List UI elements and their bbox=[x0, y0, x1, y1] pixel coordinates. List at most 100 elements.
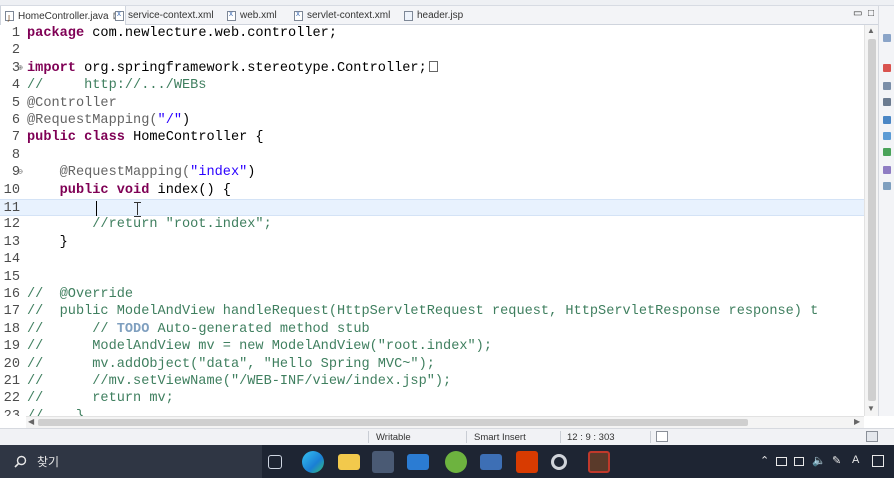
edge-browser-icon[interactable] bbox=[302, 451, 324, 473]
insert-mode-status[interactable]: Smart Insert bbox=[474, 432, 526, 443]
code-line: 3 ⊕ import org.springframework.stereotype.… bbox=[0, 60, 864, 77]
code-text: org.springframework.stereotype.Controlle… bbox=[75, 60, 427, 76]
maximize-editor-button[interactable]: □ bbox=[868, 8, 874, 19]
code-text: index() { bbox=[149, 182, 231, 198]
current-code-line[interactable]: 11 bbox=[0, 199, 864, 217]
annotation: @Controller bbox=[27, 95, 117, 111]
editor-tab-bar: J HomeController.java ⊠ service-context.… bbox=[0, 6, 894, 26]
xml-file-icon bbox=[294, 9, 303, 21]
comment: // http://.../WEBs bbox=[27, 78, 207, 94]
status-divider bbox=[650, 431, 651, 443]
collapsed-imports-icon[interactable] bbox=[428, 60, 438, 72]
status-divider bbox=[560, 431, 561, 443]
keyword: import bbox=[27, 60, 76, 76]
progress-view-icon[interactable] bbox=[883, 148, 891, 156]
tray-chevron-up-icon[interactable]: ⌃ bbox=[760, 454, 769, 467]
office-icon[interactable] bbox=[516, 451, 538, 473]
fold-collapse-icon[interactable]: ⊖ bbox=[18, 164, 23, 181]
problems-view-icon[interactable] bbox=[883, 64, 891, 72]
app-icon[interactable] bbox=[588, 451, 610, 473]
search-icon bbox=[14, 455, 27, 468]
scroll-up-icon[interactable]: ▲ bbox=[867, 26, 875, 35]
svg-text:J: J bbox=[7, 14, 10, 22]
line-number: 4 bbox=[11, 78, 20, 94]
writable-status: Writable bbox=[376, 432, 411, 443]
comment: Auto-generated method stub bbox=[149, 321, 370, 337]
comment: // // bbox=[27, 321, 117, 337]
servers-view-icon[interactable] bbox=[883, 116, 891, 124]
string: "/" bbox=[157, 113, 183, 128]
code-text: } bbox=[27, 234, 68, 250]
status-divider bbox=[466, 431, 467, 443]
status-bar: Writable Smart Insert 12 : 9 : 303 bbox=[0, 428, 894, 445]
spring-tool-suite-icon[interactable] bbox=[445, 451, 467, 473]
code-text: ) bbox=[182, 113, 191, 128]
tab-header-jsp[interactable]: header.jsp bbox=[400, 6, 467, 25]
mail-icon[interactable] bbox=[407, 454, 429, 470]
side-toolbar bbox=[878, 6, 894, 416]
file-explorer-icon[interactable] bbox=[338, 454, 360, 470]
scroll-right-icon[interactable]: ▶ bbox=[854, 417, 860, 426]
windows-taskbar: 찾기 ⌃ 🔈 ✎ A bbox=[0, 445, 894, 478]
tab-homecontroller-java[interactable]: J HomeController.java ⊠ bbox=[0, 6, 126, 26]
taskbar-search-box[interactable]: 찾기 bbox=[0, 445, 262, 478]
line-number: 11 bbox=[3, 201, 20, 216]
search-placeholder: 찾기 bbox=[37, 455, 60, 469]
line-number: 12 bbox=[3, 217, 20, 233]
scroll-left-icon[interactable]: ◀ bbox=[28, 417, 34, 426]
store-icon[interactable] bbox=[372, 451, 394, 473]
comment: // ModelAndView mv = new ModelAndView("r… bbox=[27, 339, 492, 355]
input-language-indicator[interactable]: A bbox=[852, 454, 859, 466]
code-line: 7 public class HomeController { bbox=[0, 129, 864, 146]
vertical-scroll-thumb[interactable] bbox=[868, 39, 876, 401]
scroll-down-icon[interactable]: ▼ bbox=[867, 404, 875, 413]
progress-indicator-icon[interactable] bbox=[866, 431, 878, 442]
data-source-icon[interactable] bbox=[883, 132, 891, 140]
history-view-icon[interactable] bbox=[883, 182, 891, 190]
pen-icon[interactable]: ✎ bbox=[832, 454, 841, 467]
memory-indicator-icon[interactable] bbox=[656, 431, 668, 442]
horizontal-scrollbar[interactable]: ◀ ▶ bbox=[26, 416, 864, 428]
code-line: 18 // // TODO Auto-generated method stub bbox=[0, 321, 864, 338]
tab-servlet-context-xml[interactable]: servlet-context.xml bbox=[290, 6, 394, 25]
horizontal-scroll-thumb[interactable] bbox=[38, 419, 748, 426]
code-line: 4 // http://.../WEBs bbox=[0, 77, 864, 94]
tab-service-context-xml[interactable]: service-context.xml bbox=[111, 6, 218, 25]
code-line: 12 //return "root.index"; bbox=[0, 216, 864, 233]
line-number: 21 bbox=[3, 374, 20, 389]
line-number: 10 bbox=[3, 182, 20, 198]
network-icon[interactable] bbox=[776, 457, 787, 466]
code-line: 10 public void index() { bbox=[0, 182, 864, 199]
minimize-editor-button[interactable]: ▭ bbox=[853, 8, 862, 19]
remote-desktop-icon[interactable] bbox=[480, 454, 502, 470]
comment: // } bbox=[27, 408, 84, 416]
code-line: 20 // mv.addObject("data", "Hello Spring … bbox=[0, 356, 864, 373]
code-text: HomeController { bbox=[124, 130, 264, 146]
code-line: 19 // ModelAndView mv = new ModelAndView(… bbox=[0, 338, 864, 355]
volume-icon[interactable]: 🔈 bbox=[812, 454, 826, 467]
code-line: 15 bbox=[0, 269, 864, 286]
console-view-icon[interactable] bbox=[883, 98, 891, 106]
fold-expand-icon[interactable]: ⊕ bbox=[18, 60, 23, 77]
line-number: 16 bbox=[3, 287, 20, 302]
display-icon[interactable] bbox=[794, 457, 804, 466]
ibeam-cursor-icon bbox=[134, 202, 141, 217]
keyword: package bbox=[27, 26, 85, 41]
outline-view-icon[interactable] bbox=[883, 34, 891, 42]
tasks-view-icon[interactable] bbox=[883, 82, 891, 90]
xml-file-icon bbox=[115, 9, 124, 21]
comment: // //mv.setViewName("/WEB-INF/view/index… bbox=[27, 374, 452, 389]
notification-icon[interactable] bbox=[872, 455, 884, 467]
code-editor[interactable]: 1 package com.newlecture.web.controller; … bbox=[0, 25, 864, 416]
tab-web-xml[interactable]: web.xml bbox=[223, 6, 281, 25]
task-view-icon[interactable] bbox=[268, 455, 282, 469]
line-number: 19 bbox=[3, 339, 20, 355]
vertical-scrollbar[interactable]: ▲ ▼ bbox=[864, 25, 878, 416]
code-line: 21 // //mv.setViewName("/WEB-INF/view/ind… bbox=[0, 373, 864, 390]
tab-label: HomeController.java bbox=[18, 10, 109, 22]
line-number: 7 bbox=[11, 130, 20, 146]
keyword: public class bbox=[27, 130, 125, 146]
settings-gear-icon[interactable] bbox=[551, 454, 567, 470]
tab-label: header.jsp bbox=[417, 10, 464, 21]
git-view-icon[interactable] bbox=[883, 166, 891, 174]
